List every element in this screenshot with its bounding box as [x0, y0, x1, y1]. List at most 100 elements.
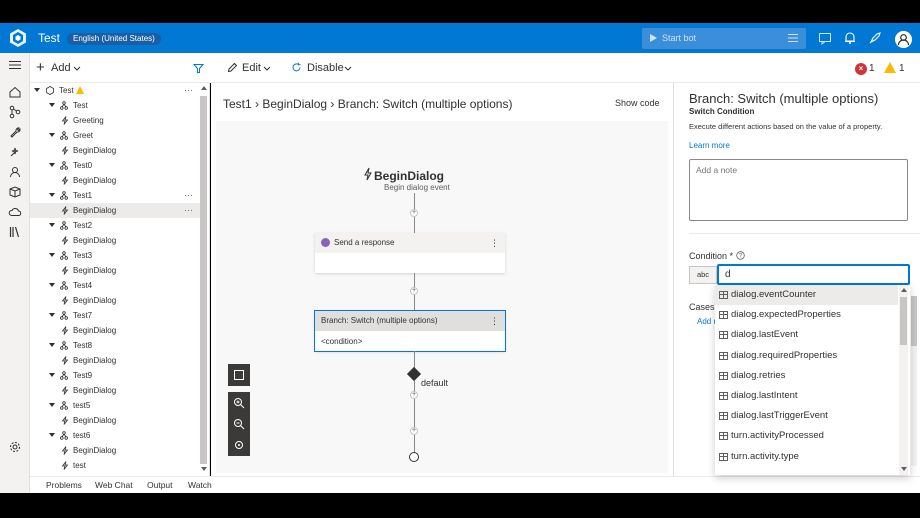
tree-dialog-item[interactable]: Test0 — [30, 158, 200, 173]
suggestion-item[interactable]: dialog.retries — [715, 366, 898, 386]
more-options-icon[interactable]: ··· — [184, 188, 193, 203]
tree-trigger-item[interactable]: BeginDialog — [30, 323, 200, 338]
library-icon[interactable] — [8, 225, 22, 239]
condition-input[interactable] — [717, 264, 910, 285]
tree-scrollbar[interactable] — [200, 96, 207, 464]
tree-trigger-item[interactable]: BeginDialog — [30, 293, 200, 308]
flow-editor[interactable]: BeginDialog Begin dialog event + Send a … — [216, 121, 668, 473]
tree-dialog-item[interactable]: Test — [30, 98, 200, 113]
more-options-icon[interactable]: ⋮ — [490, 233, 499, 253]
more-options-icon[interactable]: ··· — [184, 83, 193, 98]
more-options-icon[interactable]: ⋮ — [490, 311, 499, 331]
hamburger-icon[interactable] — [788, 33, 798, 43]
tree-trigger-item[interactable]: test — [30, 458, 200, 473]
suggestion-scrollbar[interactable] — [899, 285, 908, 475]
tree-dialog-item[interactable]: test6 — [30, 428, 200, 443]
suggestion-item[interactable]: dialog.lastTriggerEvent — [715, 406, 898, 426]
help-info-icon[interactable]: ? — [736, 251, 745, 260]
scroll-down-arrow-icon[interactable] — [901, 467, 907, 471]
zoom-out-button[interactable] — [228, 413, 250, 435]
skills-icon[interactable] — [8, 145, 22, 159]
knowledge-base-icon[interactable] — [8, 185, 22, 199]
suggestion-item[interactable]: dialog.lastIntent — [715, 386, 898, 406]
tree-dialog-item[interactable]: Test2 — [30, 218, 200, 233]
start-bot-button[interactable]: Start bot — [642, 28, 806, 49]
tab-web-chat[interactable]: Web Chat — [95, 480, 133, 490]
error-icon[interactable]: × — [855, 63, 867, 75]
rocket-icon[interactable] — [868, 31, 882, 45]
user-avatar-icon[interactable] — [895, 31, 912, 48]
bell-icon[interactable] — [843, 31, 857, 45]
chat-icon[interactable] — [818, 31, 832, 45]
settings-gear-icon[interactable] — [8, 440, 22, 454]
suggestion-item[interactable]: dialog.eventCounter — [715, 285, 898, 305]
tree-dialog-item[interactable]: Test7 — [30, 308, 200, 323]
tree-dialog-item[interactable]: Test1 ··· — [30, 188, 200, 203]
tree-trigger-item[interactable]: BeginDialog — [30, 413, 200, 428]
panel-scroll-thumb[interactable] — [911, 296, 917, 346]
tree-trigger-item[interactable]: BeginDialog — [30, 443, 200, 458]
tree-dialog-item[interactable]: Test3 — [30, 248, 200, 263]
tree-trigger-item[interactable]: BeginDialog — [30, 383, 200, 398]
tree-dialog-item[interactable]: Test8 — [30, 338, 200, 353]
tree-dialog-item[interactable]: Test9 — [30, 368, 200, 383]
warning-icon[interactable] — [884, 62, 896, 73]
suggestion-item[interactable]: turn.activity.type — [715, 447, 898, 467]
scroll-up-arrow-icon[interactable] — [901, 288, 907, 292]
add-button[interactable]: Add — [51, 62, 71, 74]
scroll-up-arrow-icon[interactable] — [201, 86, 207, 90]
suggestion-item[interactable]: dialog.lastEvent — [715, 325, 898, 345]
suggestion-scroll-thumb[interactable] — [900, 297, 907, 345]
chevron-down-icon[interactable] — [344, 66, 352, 71]
tree-trigger-item[interactable]: BeginDialog — [30, 353, 200, 368]
tree-dialog-item[interactable]: test5 — [30, 398, 200, 413]
suggestion-item[interactable]: dialog.requiredProperties — [715, 346, 898, 366]
add-step-icon[interactable]: + — [410, 287, 418, 295]
chevron-down-icon[interactable] — [263, 66, 271, 71]
tree-trigger-item[interactable]: Greeting — [30, 113, 200, 128]
learn-more-link[interactable]: Learn more — [689, 141, 730, 150]
filter-icon[interactable] — [193, 63, 204, 74]
wrench-icon[interactable] — [8, 125, 22, 139]
tab-problems[interactable]: Problems — [46, 480, 82, 490]
chevron-down-icon[interactable] — [73, 66, 81, 71]
bot-responses-icon[interactable] — [8, 165, 22, 179]
hamburger-menu-icon[interactable] — [8, 58, 22, 72]
add-step-icon[interactable]: + — [410, 391, 418, 399]
tree-dialog-item[interactable]: Greet — [30, 128, 200, 143]
show-code-button[interactable]: Show code — [615, 98, 660, 108]
tree-trigger-item[interactable]: BeginDialog — [30, 233, 200, 248]
design-flow-icon[interactable] — [8, 105, 22, 119]
more-options-icon[interactable]: ··· — [184, 203, 193, 218]
zoom-in-button[interactable] — [228, 392, 250, 414]
tab-output[interactable]: Output — [147, 480, 173, 490]
recenter-button[interactable] — [228, 434, 250, 456]
type-selector-button[interactable]: abc — [689, 266, 717, 284]
error-count[interactable]: 1 — [869, 63, 875, 74]
breadcrumb[interactable]: Test1 › BeginDialog › Branch: Switch (mu… — [223, 97, 512, 111]
add-step-icon[interactable]: + — [410, 427, 418, 435]
edit-button[interactable]: Edit — [242, 62, 261, 74]
refresh-icon[interactable] — [291, 62, 302, 73]
locale-badge[interactable]: English (United States) — [67, 33, 161, 45]
pencil-icon[interactable] — [227, 62, 238, 73]
scroll-down-arrow-icon[interactable] — [201, 467, 207, 471]
fit-to-screen-button[interactable] — [228, 364, 250, 386]
tree-trigger-item[interactable]: BeginDialog ··· — [30, 203, 200, 218]
tree-root[interactable]: Test ··· — [30, 83, 200, 98]
suggestion-item[interactable]: turn.activityProcessed — [715, 426, 898, 446]
cloud-publish-icon[interactable] — [8, 205, 22, 219]
warning-count[interactable]: 1 — [899, 63, 905, 74]
add-step-icon[interactable]: + — [410, 209, 418, 217]
tree-trigger-item[interactable]: BeginDialog — [30, 263, 200, 278]
switch-card[interactable]: Branch: Switch (multiple options) ⋮ <con… — [314, 310, 506, 352]
home-icon[interactable] — [8, 85, 22, 99]
suggestion-item[interactable]: dialog.expectedProperties — [715, 305, 898, 325]
tree-trigger-item[interactable]: BeginDialog — [30, 173, 200, 188]
tab-watch[interactable]: Watch — [188, 480, 212, 490]
note-field[interactable] — [689, 159, 908, 221]
panel-scrollbar[interactable] — [911, 296, 917, 466]
disable-button[interactable]: Disable — [307, 62, 344, 74]
tree-dialog-item[interactable]: Test4 — [30, 278, 200, 293]
add-plus-icon[interactable]: + — [36, 59, 45, 76]
